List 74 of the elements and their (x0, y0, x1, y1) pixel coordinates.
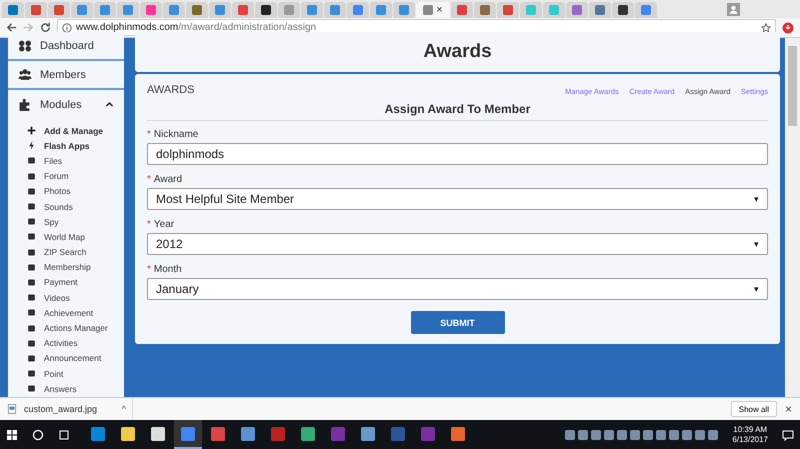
clock-date: 6/13/2017 (732, 434, 768, 444)
required-mark: * (147, 219, 151, 230)
extension-icon[interactable] (782, 22, 794, 34)
tray-icon[interactable] (682, 430, 692, 440)
browser-tab[interactable]: × (416, 2, 450, 18)
chevron-icon[interactable] (105, 100, 114, 109)
module-link[interactable]: Sounds (26, 198, 124, 214)
required-mark: * (147, 174, 151, 185)
lightning-icon (26, 141, 36, 150)
search-icon[interactable] (32, 428, 44, 440)
module-link[interactable]: Activities (26, 336, 124, 351)
field-label: Year (154, 219, 174, 230)
form-title: Assign Award To Member (147, 96, 768, 121)
tray-icon[interactable] (656, 430, 666, 440)
reload-icon[interactable] (40, 22, 51, 33)
page-title: Awards (423, 41, 492, 63)
task-view-icon[interactable] (58, 428, 70, 440)
module-link[interactable]: Photos (26, 184, 124, 199)
windows-start-icon[interactable] (6, 428, 18, 440)
module-link[interactable]: Spy (26, 214, 124, 230)
clock-time: 10:39 AM (733, 424, 768, 434)
dropdown[interactable]: 2012 ▾ (147, 233, 768, 255)
module-link[interactable]: World Map (26, 229, 124, 244)
field-label: Award (154, 174, 182, 185)
module-link[interactable]: Achievement (26, 305, 124, 320)
tray-icon[interactable] (565, 430, 576, 440)
people-icon (18, 68, 32, 81)
dropdown[interactable]: Most Helpful Site Member ▾ (147, 188, 768, 210)
dashboard-icon (18, 39, 32, 52)
browser-tab[interactable] (612, 2, 634, 18)
section-heading: AWARDS (147, 84, 194, 96)
field-label: Month (154, 264, 182, 275)
close-tab-icon[interactable]: × (436, 5, 443, 15)
info-icon[interactable] (62, 22, 72, 32)
module-link[interactable]: Point (26, 366, 124, 382)
dropdown[interactable]: January ▾ (147, 278, 768, 300)
tray-icon[interactable] (591, 430, 602, 440)
module-link[interactable]: Flash Apps (26, 138, 124, 154)
tray-icon[interactable] (669, 430, 680, 440)
module-link[interactable]: Payment (26, 274, 124, 290)
back-icon[interactable] (6, 22, 17, 33)
module-link[interactable]: Announcement (26, 350, 124, 366)
module-link[interactable]: Files (26, 153, 124, 169)
scrollbar[interactable] (785, 38, 800, 397)
notification-icon[interactable] (782, 428, 794, 440)
puzzle-icon (18, 98, 32, 111)
module-link[interactable]: Answers (26, 381, 124, 396)
module-link[interactable]: ZIP Search (26, 244, 124, 260)
caret-icon[interactable]: ^ (122, 404, 126, 414)
tray-icon[interactable] (617, 430, 628, 440)
browser-tab[interactable] (255, 2, 277, 18)
profile-icon[interactable] (727, 2, 740, 16)
tray-icon[interactable] (695, 430, 706, 440)
module-link[interactable]: Forum (26, 168, 124, 184)
module-link[interactable]: Membership (26, 260, 124, 275)
submit-button[interactable]: SUBMIT (410, 311, 504, 334)
module-link[interactable]: Videos (26, 290, 124, 306)
tray-icon[interactable] (630, 430, 640, 440)
tray-icon[interactable] (578, 430, 588, 440)
field-label: Nickname (154, 129, 198, 140)
bookmark-star-icon[interactable] (761, 22, 771, 32)
tray-icon[interactable] (604, 430, 614, 440)
plus-icon (26, 126, 36, 136)
required-mark: * (147, 129, 151, 140)
close-button[interactable]: × (784, 402, 792, 416)
tray-icon[interactable] (643, 430, 654, 440)
image-file-icon (8, 404, 16, 414)
required-mark: * (147, 264, 151, 275)
show-all-button[interactable]: Show all (730, 401, 777, 417)
download-filename[interactable]: custom_award.jpg (24, 404, 98, 414)
tray-icon[interactable] (708, 430, 718, 440)
module-link[interactable]: Add & Manage (26, 123, 124, 138)
module-link[interactable]: Actions Manager (26, 320, 124, 336)
text-field[interactable]: dolphinmods (147, 143, 768, 165)
